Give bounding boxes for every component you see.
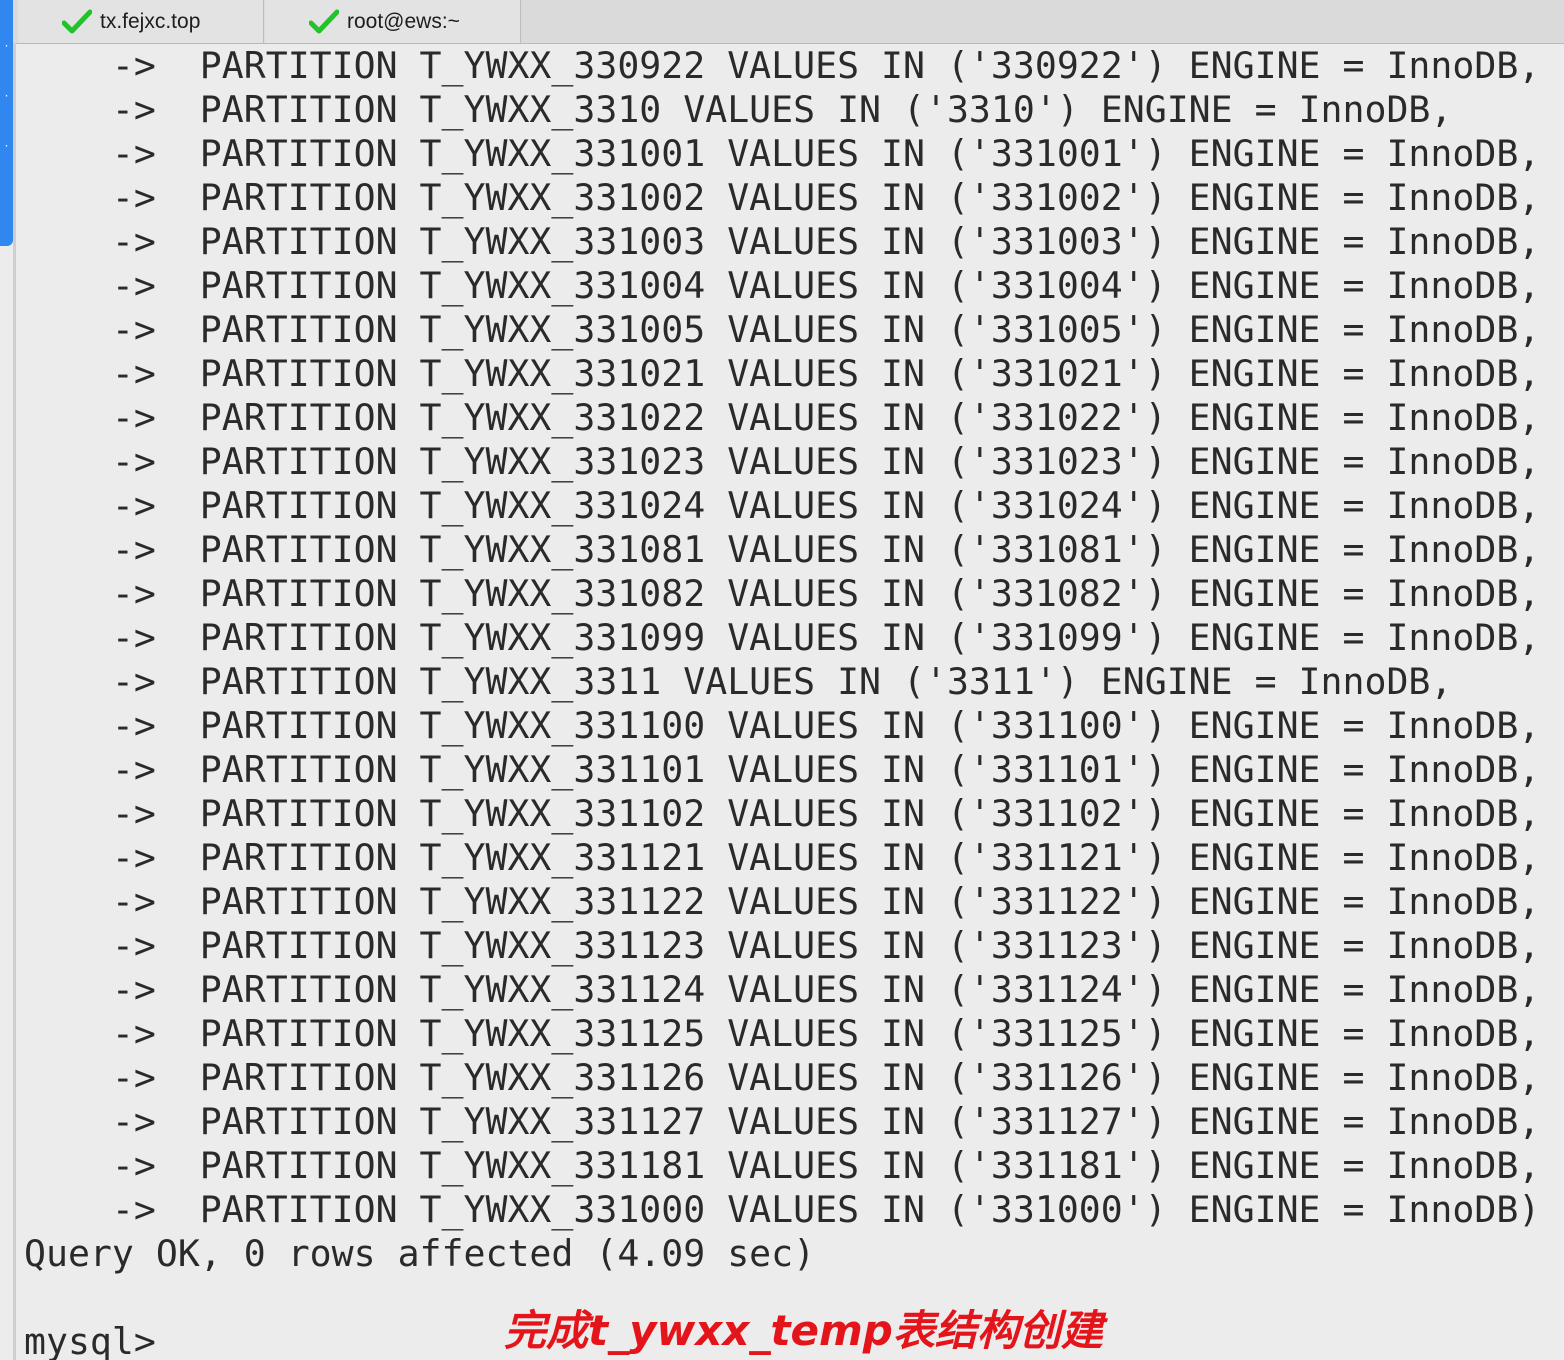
terminal-line: -> PARTITION T_YWXX_331181 VALUES IN ('3… (24, 1144, 1541, 1187)
terminal-line: -> PARTITION T_YWXX_331099 VALUES IN ('3… (24, 616, 1541, 659)
tab-label: root@ews:~ (347, 9, 460, 33)
terminal-line: Query OK, 0 rows affected (4.09 sec) (24, 1232, 816, 1275)
terminal-line: -> PARTITION T_YWXX_331023 VALUES IN ('3… (24, 440, 1541, 483)
terminal-line: -> PARTITION T_YWXX_331100 VALUES IN ('3… (24, 704, 1541, 747)
terminal-line: -> PARTITION T_YWXX_330922 VALUES IN ('3… (24, 44, 1541, 87)
terminal-line: -> PARTITION T_YWXX_331004 VALUES IN ('3… (24, 264, 1541, 307)
terminal-line: -> PARTITION T_YWXX_331082 VALUES IN ('3… (24, 572, 1541, 615)
check-icon (62, 9, 92, 33)
terminal-line: -> PARTITION T_YWXX_331002 VALUES IN ('3… (24, 176, 1541, 219)
tab-label: tx.fejxc.top (100, 9, 201, 33)
terminal-line: -> PARTITION T_YWXX_331124 VALUES IN ('3… (24, 968, 1541, 1011)
terminal-line: -> PARTITION T_YWXX_331101 VALUES IN ('3… (24, 748, 1541, 791)
terminal-line: -> PARTITION T_YWXX_331127 VALUES IN ('3… (24, 1100, 1541, 1143)
terminal-line: -> PARTITION T_YWXX_331022 VALUES IN ('3… (24, 396, 1541, 439)
terminal-line: -> PARTITION T_YWXX_331081 VALUES IN ('3… (24, 528, 1541, 571)
mysql-prompt: mysql> (24, 1320, 178, 1360)
terminal-line: -> PARTITION T_YWXX_3311 VALUES IN ('331… (24, 660, 1453, 703)
terminal-line: -> PARTITION T_YWXX_331102 VALUES IN ('3… (24, 792, 1541, 835)
terminal-line: -> PARTITION T_YWXX_331125 VALUES IN ('3… (24, 1012, 1541, 1055)
terminal-line: -> PARTITION T_YWXX_331021 VALUES IN ('3… (24, 352, 1541, 395)
annotation-caption: 完成t_ywxx_temp表结构创建 (504, 1306, 1103, 1355)
tab-root-ews[interactable]: root@ews:~ (265, 0, 521, 43)
sidebar-handle-dots: · · · (3, 41, 10, 152)
terminal-line: -> PARTITION T_YWXX_3310 VALUES IN ('331… (24, 88, 1453, 131)
terminal-line: -> PARTITION T_YWXX_331123 VALUES IN ('3… (24, 924, 1541, 967)
sidebar-handle[interactable]: · · · (0, 0, 13, 246)
terminal-line: -> PARTITION T_YWXX_331122 VALUES IN ('3… (24, 880, 1541, 923)
terminal-line: -> PARTITION T_YWXX_331003 VALUES IN ('3… (24, 220, 1541, 263)
terminal-line: -> PARTITION T_YWXX_331121 VALUES IN ('3… (24, 836, 1541, 879)
terminal-output[interactable]: -> PARTITION T_YWXX_330922 VALUES IN ('3… (16, 44, 1564, 1360)
tab-bar: tx.fejxc.top root@ews:~ (0, 0, 1564, 44)
terminal-line: -> PARTITION T_YWXX_331000 VALUES IN ('3… (24, 1188, 1564, 1231)
terminal-line: -> PARTITION T_YWXX_331126 VALUES IN ('3… (24, 1056, 1541, 1099)
terminal-line: -> PARTITION T_YWXX_331024 VALUES IN ('3… (24, 484, 1541, 527)
check-icon (309, 9, 339, 33)
terminal-line: -> PARTITION T_YWXX_331001 VALUES IN ('3… (24, 132, 1541, 175)
terminal-line: -> PARTITION T_YWXX_331005 VALUES IN ('3… (24, 308, 1541, 351)
tab-tx-fejxc-top[interactable]: tx.fejxc.top (18, 0, 264, 43)
